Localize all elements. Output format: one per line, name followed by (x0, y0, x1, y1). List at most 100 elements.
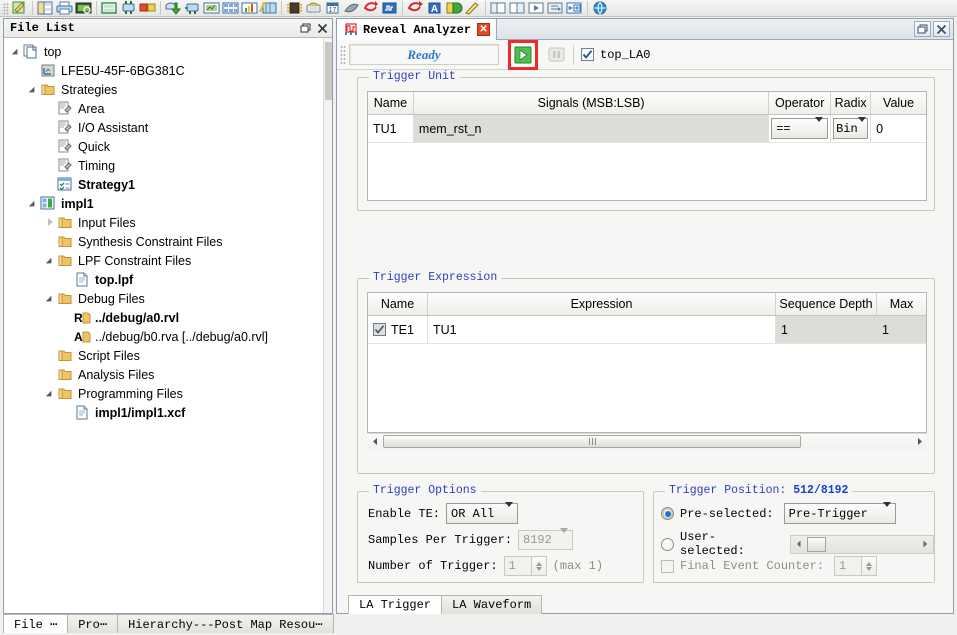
expand-arrow-icon[interactable] (12, 46, 23, 57)
tree-item-top-lpf[interactable]: top.lpf (4, 270, 323, 289)
toolbar-grip[interactable] (340, 44, 346, 65)
close-icon[interactable]: ✕ (477, 23, 491, 36)
tree-item-input-files[interactable]: Input Files (4, 213, 323, 232)
add-window-icon[interactable] (565, 0, 584, 16)
expression-enabled-checkbox[interactable] (373, 323, 386, 336)
collapse-arrow-icon[interactable] (46, 217, 57, 228)
expand-arrow-icon[interactable] (46, 388, 57, 399)
enable-te-dropdown[interactable]: OR All (446, 501, 519, 524)
expand-arrow-icon[interactable] (46, 293, 57, 304)
window-split-icon[interactable] (36, 0, 55, 16)
la-enable-checkbox[interactable] (581, 48, 594, 61)
trigger-expression-table[interactable]: Name Expression Sequence Depth Max TE1 T… (367, 292, 927, 433)
tree-item-strategy1[interactable]: Strategy1 (4, 175, 323, 194)
column-header-operator[interactable]: Operator (769, 92, 832, 114)
column-header-name[interactable]: Name (368, 293, 428, 315)
stop-icon[interactable] (547, 45, 566, 64)
close-icon[interactable] (933, 21, 950, 37)
column-header-expression[interactable]: Expression (428, 293, 776, 315)
stepper-up-icon[interactable] (535, 561, 542, 566)
user-selected-radio[interactable] (661, 537, 674, 551)
table-row[interactable]: TU1 mem_rst_n == Bin 0 (368, 115, 926, 143)
column-header-value[interactable]: Value (871, 92, 926, 114)
tree-item-debug-b0-rva-debug-a0-rvl[interactable]: A ../debug/b0.rva [../debug/a0.rvl] (4, 327, 323, 346)
tile-horizontal-icon[interactable] (489, 0, 508, 16)
pre-selected-radio[interactable] (661, 507, 674, 520)
slider-right-icon[interactable] (917, 537, 933, 552)
scroll-right-icon[interactable] (911, 434, 927, 449)
assignment-a-icon[interactable]: A (425, 0, 444, 16)
power-calculator-icon[interactable] (342, 0, 361, 16)
tab-la-trigger[interactable]: LA Trigger (348, 595, 443, 614)
expand-arrow-icon[interactable] (29, 198, 40, 209)
tree-item-lfe5u-45f-6bg381c[interactable]: LFE5U-45F-6BG381C (4, 61, 323, 80)
tree-item-top[interactable]: top (4, 42, 323, 61)
assign-pins-icon[interactable] (119, 0, 138, 16)
stepper-down-icon[interactable] (866, 566, 873, 571)
scroll-left-icon[interactable] (367, 434, 383, 449)
trigger-unit-table[interactable]: Name Signals (MSB:LSB) Operator Radix Va… (367, 91, 927, 201)
column-header-max[interactable]: Max (877, 293, 926, 315)
file-tree-vertical-scrollbar[interactable] (323, 38, 332, 613)
tree-item-script-files[interactable]: Script Files (4, 346, 323, 365)
tree-item-quick[interactable]: Quick (4, 137, 323, 156)
column-header-radix[interactable]: Radix (831, 92, 872, 114)
restore-window-icon[interactable] (914, 21, 931, 37)
tree-item-timing[interactable]: Timing (4, 156, 323, 175)
radix-dropdown[interactable]: Bin (833, 116, 869, 139)
samples-per-trigger-dropdown[interactable]: 8192 (518, 528, 574, 550)
column-header-signals[interactable]: Signals (MSB:LSB) (414, 92, 770, 114)
run-play-icon[interactable] (514, 46, 532, 64)
export-down-icon[interactable] (164, 0, 183, 16)
cell-value[interactable]: 0 (871, 115, 926, 142)
web-browser-icon[interactable] (591, 0, 610, 16)
slider-thumb[interactable] (806, 536, 826, 552)
tree-item-debug-a0-rvl[interactable]: R ../debug/a0.rvl (4, 308, 323, 327)
toolbar-grip[interactable] (2, 1, 9, 15)
tab-file[interactable]: File ⋯ (3, 614, 69, 633)
scrollbar-thumb[interactable] (325, 42, 332, 100)
expand-arrow-icon[interactable] (46, 255, 57, 266)
bar-chart-icon[interactable] (240, 0, 259, 16)
final-event-counter-input[interactable]: 1 (834, 556, 863, 576)
tree-item-analysis-files[interactable]: Analysis Files (4, 365, 323, 384)
debug-dd-icon[interactable] (444, 0, 463, 16)
device-chip-icon[interactable] (285, 0, 304, 16)
table-row[interactable]: TE1 TU1 1 1 (368, 316, 926, 344)
cell-signals[interactable]: mem_rst_n (413, 115, 770, 142)
tab-reveal-analyzer[interactable]: Reveal Analyzer ✕ (337, 19, 498, 40)
close-icon[interactable] (315, 21, 330, 36)
tile-vertical-icon[interactable] (508, 0, 527, 16)
slider-left-icon[interactable] (791, 537, 807, 552)
stepper-up-icon[interactable] (866, 561, 873, 566)
floorplan-icon[interactable] (202, 0, 221, 16)
number-of-trigger-stepper[interactable] (531, 556, 547, 576)
reveal-analyzer-icon[interactable] (380, 0, 399, 16)
reveal-inserter-icon[interactable] (361, 0, 380, 16)
trigger-expression-horizontal-scrollbar[interactable] (367, 433, 927, 449)
final-event-counter-checkbox[interactable] (661, 559, 674, 573)
edit-pencil-icon[interactable] (10, 0, 29, 16)
timing-analysis-icon[interactable] (259, 0, 278, 16)
play-waveform-icon[interactable] (527, 0, 546, 16)
stepper-down-icon[interactable] (535, 566, 542, 571)
printer-icon[interactable] (55, 0, 74, 16)
calendar-icon[interactable]: 17 (323, 0, 342, 16)
cell-expression[interactable]: TU1 (428, 316, 776, 343)
spreadsheet-icon[interactable] (221, 0, 240, 16)
tree-item-lpf-constraint-files[interactable]: LPF Constraint Files (4, 251, 323, 270)
final-event-counter-stepper[interactable] (862, 556, 878, 576)
cell-sequence-depth[interactable]: 1 (776, 316, 877, 343)
tree-item-i-o-assistant[interactable]: I/O Assistant (4, 118, 323, 137)
highlight-pen-icon[interactable] (463, 0, 482, 16)
tree-item-debug-files[interactable]: Debug Files (4, 289, 323, 308)
tree-item-area[interactable]: Area (4, 99, 323, 118)
print-preview-icon[interactable] (74, 0, 93, 16)
tab-hierarchy-post-map-resou[interactable]: Hierarchy---Post Map Resou⋯ (117, 614, 334, 633)
simulation-wizard-icon[interactable] (406, 0, 425, 16)
operator-dropdown[interactable]: == (771, 116, 829, 139)
expand-arrow-icon[interactable] (29, 84, 40, 95)
tree-item-programming-files[interactable]: Programming Files (4, 384, 323, 403)
number-of-trigger-input[interactable]: 1 (503, 556, 532, 576)
resize-window-icon[interactable] (100, 0, 119, 16)
